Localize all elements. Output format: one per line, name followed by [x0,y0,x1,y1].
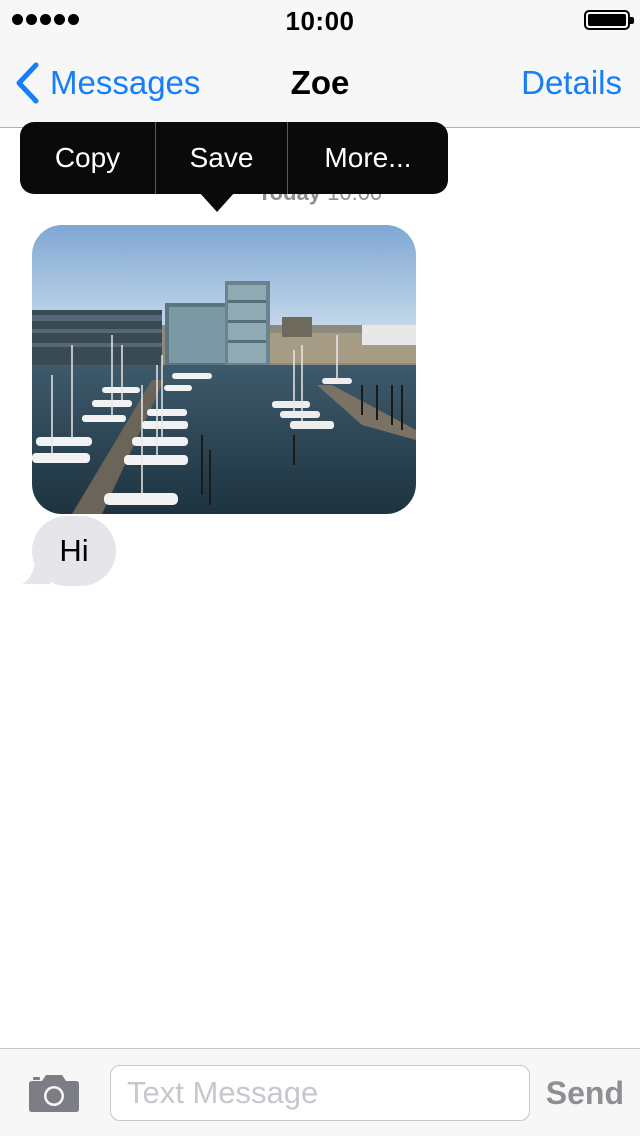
battery-full-icon [584,10,634,30]
chevron-left-icon [16,62,39,104]
image-message[interactable] [32,225,416,514]
camera-button[interactable] [28,1073,80,1113]
details-button[interactable]: Details [521,64,622,102]
harbor-photo [32,225,416,514]
copy-menu-item[interactable]: Copy [20,122,155,194]
status-bar: 10:00 [0,0,640,40]
camera-icon [29,1075,79,1112]
save-menu-item[interactable]: Save [155,122,287,194]
status-time: 10:00 [285,6,355,36]
messages-screen: 10:00 Messages Zoe Details Today 10:00 [0,0,640,1136]
message-text: Hi [59,533,89,568]
navigation-bar: Messages Zoe Details [0,40,640,128]
message-input-bar: Send [0,1048,640,1136]
context-menu: Copy Save More... [20,122,448,194]
more-menu-item[interactable]: More... [287,122,448,194]
text-message-bubble[interactable]: Hi [32,516,116,586]
send-button[interactable]: Send [546,1075,624,1112]
context-menu-arrow [199,192,235,212]
message-text-field[interactable] [110,1065,530,1121]
back-button[interactable]: Messages [14,62,200,104]
back-button-label: Messages [50,64,201,101]
